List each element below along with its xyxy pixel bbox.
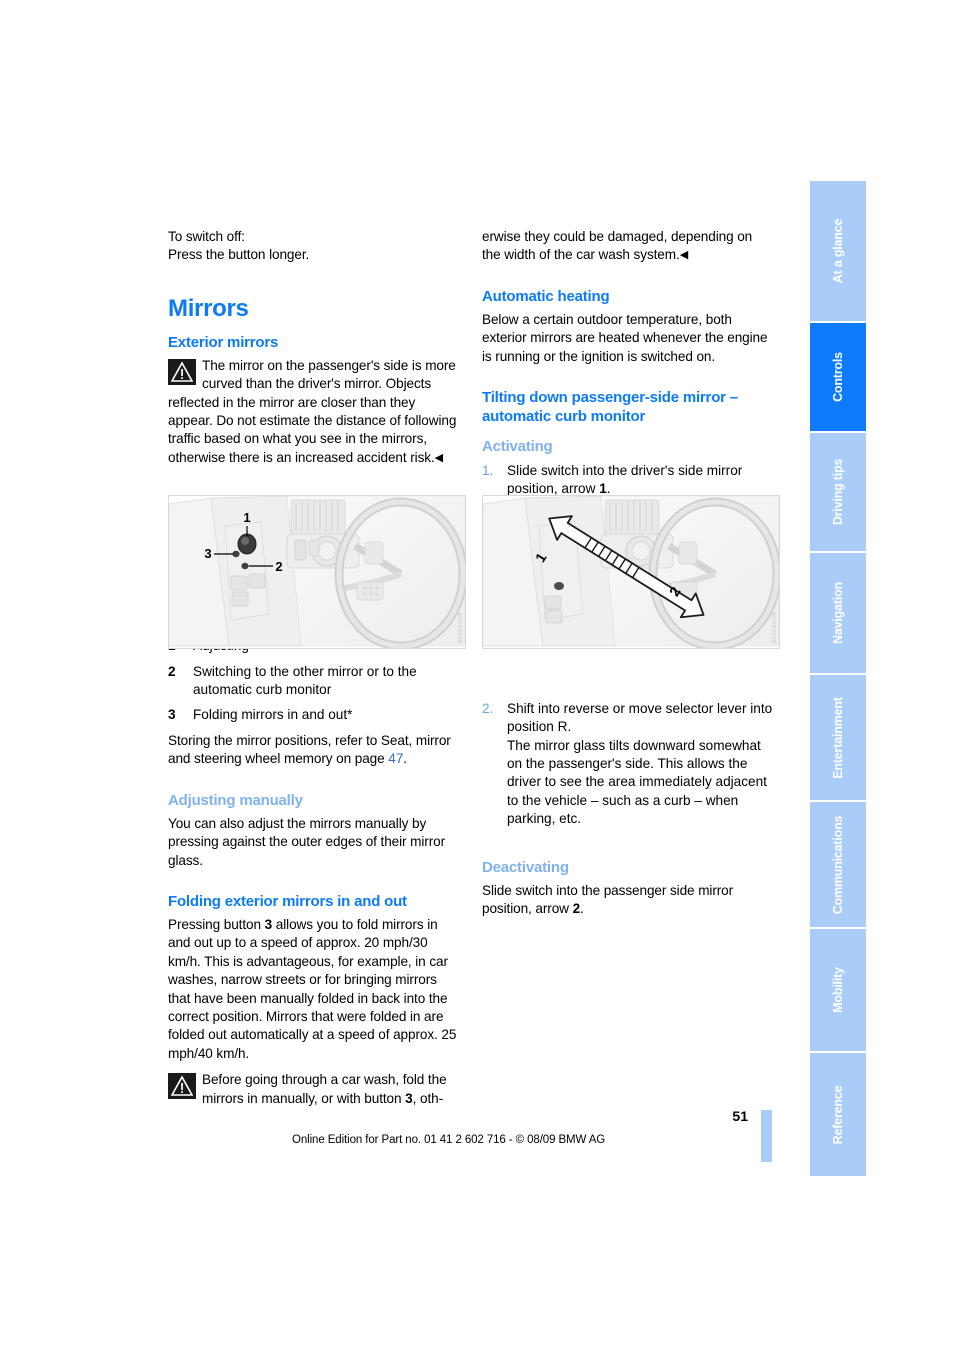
tab-label: Navigation (831, 582, 845, 644)
key-list-figure-1: 1 Adjusting 2 Switching to the other mir… (168, 637, 460, 725)
tab-label: Communications (831, 815, 845, 914)
storing-text-before: Storing the mirror positions, refer to S… (168, 732, 451, 767)
folding-text-b: allows you to fold mirrors in and out up… (168, 916, 457, 1061)
tab-label: At a glance (831, 218, 845, 284)
switch-off-line-2: Press the button longer. (168, 247, 310, 263)
page-number: 51 (732, 1108, 748, 1124)
warning-block-carwash: Before going through a car wash, fold th… (168, 1071, 460, 1108)
manual-page: To switch off: Press the button longer. … (0, 0, 954, 1350)
deactivating-text-a: Slide switch into the passenger side mir… (482, 882, 734, 917)
page-title: Mirrors (168, 294, 249, 322)
continued-carwash-text: erwise they could be damaged, depending … (482, 228, 774, 265)
warning-triangle-icon (168, 358, 196, 385)
key-number: 2 (168, 663, 176, 679)
heading-adjusting-manually: Adjusting manually (168, 791, 303, 809)
folding-button-number: 3 (264, 916, 273, 932)
heading-tilting-curb-monitor: Tilting down passenger-side mirror – aut… (482, 389, 738, 426)
list-item: 3 Folding mirrors in and out* (168, 706, 460, 724)
carwash-button-number: 3 (405, 1090, 413, 1106)
figure-mirror-controls: 1 2 3 MPZRSV1M (168, 495, 466, 649)
step-text: Slide switch into the driver's side mirr… (507, 462, 774, 499)
key-number: 3 (168, 707, 176, 723)
storing-positions-text: Storing the mirror positions, refer to S… (168, 732, 460, 769)
page-footer: 51 Online Edition for Part no. 01 41 2 6… (168, 1108, 784, 1168)
sidebar-item-at-a-glance[interactable]: At a glance (810, 181, 866, 321)
sidebar-item-entertainment[interactable]: Entertainment (810, 675, 866, 800)
heading-automatic-heating: Automatic heating (482, 287, 610, 305)
page-reference-link[interactable]: 47 (388, 751, 403, 766)
deactivating-text: Slide switch into the passenger side mir… (482, 882, 774, 919)
key-text: Switching to the other mirror or to the … (193, 663, 417, 698)
tab-label: Reference (831, 1085, 845, 1144)
adjusting-manually-text: You can also adjust the mirrors manually… (168, 815, 446, 868)
step-text: Shift into reverse or move selector leve… (507, 700, 773, 827)
step-1-text-a: Slide switch into the driver's side mirr… (507, 463, 743, 497)
warning-block-exterior: The mirror on the passenger's side is mo… (168, 357, 460, 467)
warning-text-exterior: The mirror on the passenger's side is mo… (168, 357, 460, 467)
tab-label: Entertainment (831, 696, 845, 779)
end-marker-icon: ◀ (679, 249, 689, 262)
page-marker-bar (761, 1110, 772, 1162)
left-column: To switch off: Press the button longer. … (168, 228, 460, 1108)
warning-text-exterior-body: The mirror on the passenger's side is mo… (168, 357, 457, 465)
svg-text:2: 2 (275, 559, 282, 574)
sidebar-item-mobility[interactable]: Mobility (810, 929, 866, 1051)
figure-code: MPZRSV2M (770, 613, 776, 644)
list-item: 2. Shift into reverse or move selector l… (482, 700, 774, 829)
step-number: 1. (482, 463, 494, 479)
tab-label: Mobility (831, 967, 845, 1013)
heading-deactivating: Deactivating (482, 858, 569, 876)
heading-activating: Activating (482, 438, 553, 456)
figure-code: MPZRSV1M (456, 613, 462, 644)
deactivating-text-b: . (580, 901, 584, 917)
carwash-text-b: , oth- (412, 1090, 444, 1106)
figure-mirror-selector-switch: 1 2 MPZRSV2M (482, 495, 780, 649)
sidebar-item-reference[interactable]: Reference (810, 1053, 866, 1176)
content-columns: To switch off: Press the button longer. … (168, 228, 784, 1108)
end-marker-icon: ◀ (434, 451, 444, 464)
automatic-heating-text: Below a certain outdoor temperature, bot… (482, 311, 768, 364)
continued-text-body: erwise they could be damaged, depending … (482, 229, 753, 263)
sidebar-item-communications[interactable]: Communications (810, 802, 866, 927)
folding-text-a: Pressing button (168, 916, 265, 932)
deactivating-arrow-number: 2 (572, 901, 581, 917)
steps-activating-2: 2. Shift into reverse or move selector l… (482, 700, 774, 829)
folding-mirrors-text: Pressing button 3 allows you to fold mir… (168, 916, 460, 1063)
warning-text-carwash: Before going through a car wash, fold th… (168, 1071, 460, 1108)
tab-label: Controls (831, 352, 845, 402)
step-number: 2. (482, 700, 494, 716)
list-item: 1. Slide switch into the driver's side m… (482, 462, 774, 499)
section-index-tabs: At a glance Controls Driving tips Naviga… (810, 181, 866, 1176)
storing-text-after: . (403, 751, 407, 767)
edition-notice: Online Edition for Part no. 01 41 2 602 … (292, 1134, 606, 1146)
sidebar-item-controls[interactable]: Controls (810, 323, 866, 431)
steps-activating: 1. Slide switch into the driver's side m… (482, 462, 774, 499)
warning-triangle-icon (168, 1073, 196, 1100)
svg-text:1: 1 (243, 510, 250, 525)
heading-exterior-mirrors: Exterior mirrors (168, 333, 279, 351)
sidebar-item-navigation[interactable]: Navigation (810, 553, 866, 673)
svg-text:3: 3 (204, 546, 211, 561)
heading-folding-mirrors: Folding exterior mirrors in and out (168, 892, 407, 910)
switch-off-line-1: To switch off: (168, 229, 245, 244)
sidebar-item-driving-tips[interactable]: Driving tips (810, 433, 866, 551)
list-item: 2 Switching to the other mirror or to th… (168, 663, 460, 700)
tab-label: Driving tips (831, 458, 845, 526)
key-text: Folding mirrors in and out* (193, 707, 353, 723)
